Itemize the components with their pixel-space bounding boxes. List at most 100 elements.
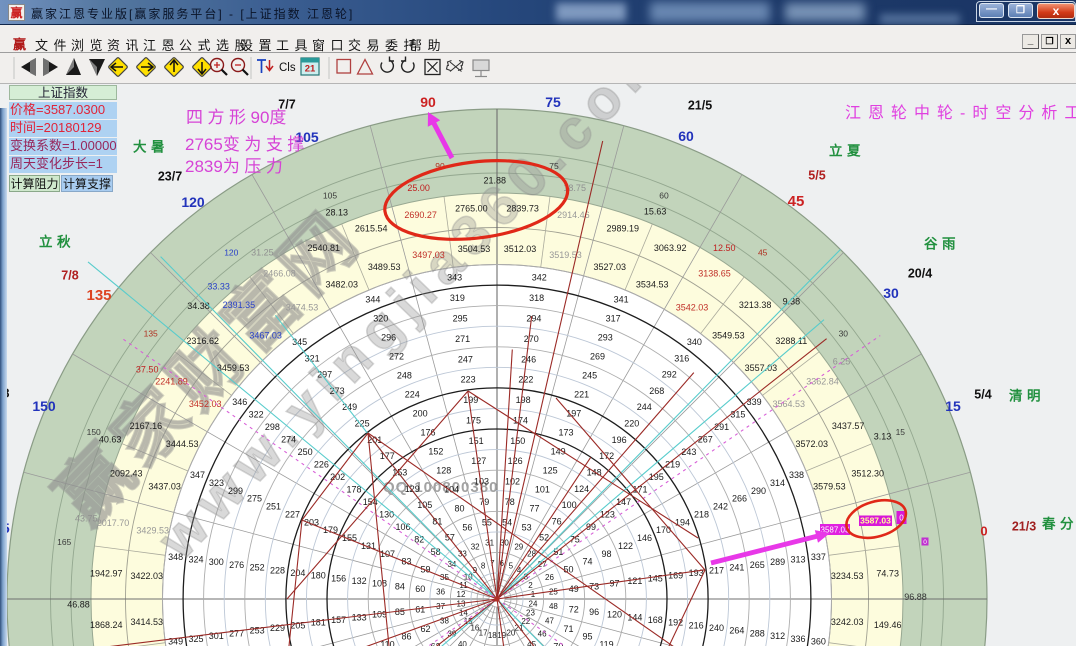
svg-text:45: 45: [788, 193, 805, 210]
svg-text:168: 168: [648, 615, 663, 625]
svg-text:98: 98: [601, 549, 611, 559]
svg-text:15: 15: [945, 398, 961, 414]
svg-text:324: 324: [188, 555, 203, 565]
svg-text:165: 165: [57, 537, 71, 547]
svg-text:250: 250: [298, 447, 313, 457]
svg-text:198: 198: [516, 395, 531, 405]
svg-text:135: 135: [86, 287, 111, 304]
svg-text:294: 294: [526, 314, 541, 324]
svg-text:0: 0: [923, 539, 927, 546]
svg-text:2241.89: 2241.89: [155, 377, 188, 387]
svg-text:2167.16: 2167.16: [130, 421, 163, 431]
svg-text:0: 0: [980, 524, 987, 539]
svg-text:266: 266: [732, 494, 747, 504]
svg-text:104: 104: [444, 485, 459, 495]
svg-text:341: 341: [614, 295, 629, 305]
svg-text:Cls: Cls: [279, 62, 296, 74]
svg-text:立秋: 立秋: [39, 234, 75, 250]
svg-text:181: 181: [311, 618, 326, 628]
svg-text:95: 95: [582, 632, 592, 642]
svg-text:96: 96: [589, 607, 599, 617]
svg-text:194: 194: [675, 517, 690, 527]
svg-text:264: 264: [729, 626, 744, 636]
svg-text:1942.97: 1942.97: [90, 569, 123, 579]
svg-text:立夏: 立夏: [829, 143, 865, 159]
svg-text:342: 342: [532, 273, 547, 283]
svg-text:3587.03: 3587.03: [860, 516, 891, 526]
svg-text:102: 102: [505, 477, 520, 487]
svg-text:317: 317: [606, 314, 621, 324]
svg-text:197: 197: [566, 409, 581, 419]
svg-text:3527.03: 3527.03: [594, 262, 627, 272]
svg-text:318: 318: [529, 293, 544, 303]
svg-text:3437.03: 3437.03: [148, 481, 181, 491]
svg-text:296: 296: [381, 333, 396, 343]
svg-text:105: 105: [417, 500, 432, 510]
svg-text:347: 347: [190, 470, 205, 480]
svg-text:288: 288: [750, 628, 765, 638]
svg-text:314: 314: [770, 478, 785, 488]
svg-text:170: 170: [656, 525, 671, 535]
svg-text:83: 83: [401, 557, 411, 567]
svg-text:300: 300: [209, 557, 224, 567]
svg-text:82: 82: [414, 535, 424, 545]
svg-text:21: 21: [305, 64, 316, 75]
svg-text:149.46: 149.46: [874, 620, 902, 630]
svg-text:90: 90: [420, 94, 436, 110]
svg-text:3482.03: 3482.03: [326, 279, 359, 289]
svg-text:8: 8: [481, 561, 486, 570]
svg-text:26: 26: [545, 573, 554, 582]
svg-text:15: 15: [896, 427, 906, 437]
svg-text:15.63: 15.63: [644, 207, 667, 217]
svg-text:248: 248: [397, 371, 412, 381]
svg-text:227: 227: [285, 509, 300, 519]
svg-text:252: 252: [250, 563, 265, 573]
svg-text:298: 298: [265, 422, 280, 432]
svg-text:180: 180: [311, 571, 326, 581]
svg-text:148: 148: [587, 468, 602, 478]
svg-text:319: 319: [450, 293, 465, 303]
svg-text:59: 59: [420, 565, 430, 575]
svg-text:240: 240: [709, 623, 724, 633]
svg-text:291: 291: [714, 422, 729, 432]
svg-text:146: 146: [637, 533, 652, 543]
svg-text:150: 150: [32, 398, 56, 414]
svg-text:176: 176: [420, 428, 435, 438]
svg-text:247: 247: [458, 354, 473, 364]
svg-text:3429.53: 3429.53: [136, 526, 169, 536]
svg-text:125: 125: [543, 466, 558, 476]
svg-text:121: 121: [627, 576, 642, 586]
svg-text:192: 192: [668, 618, 683, 628]
svg-text:27: 27: [538, 560, 547, 569]
svg-text:74: 74: [582, 557, 592, 567]
svg-text:29: 29: [514, 542, 523, 551]
svg-text:5: 5: [509, 561, 514, 570]
svg-text:3474.53: 3474.53: [286, 302, 319, 312]
svg-text:37.50: 37.50: [136, 364, 159, 374]
svg-text:152: 152: [428, 447, 443, 457]
svg-text:43.75: 43.75: [75, 514, 98, 524]
svg-text:129: 129: [405, 484, 420, 494]
svg-text:106: 106: [395, 522, 410, 532]
svg-text:174: 174: [513, 415, 528, 425]
svg-text:205: 205: [290, 620, 305, 630]
svg-text:218: 218: [694, 509, 709, 519]
svg-text:46.88: 46.88: [67, 599, 90, 609]
svg-text:30: 30: [883, 285, 899, 301]
svg-text:3579.53: 3579.53: [813, 481, 846, 491]
svg-text:75: 75: [545, 94, 561, 110]
svg-text:276: 276: [229, 560, 244, 570]
svg-text:12: 12: [457, 590, 466, 599]
svg-text:144: 144: [627, 612, 642, 622]
svg-text:343: 343: [447, 273, 462, 283]
svg-text:295: 295: [453, 314, 468, 324]
svg-text:2839.73: 2839.73: [506, 204, 539, 214]
svg-text:223: 223: [461, 375, 476, 385]
svg-text:2466.08: 2466.08: [263, 269, 296, 279]
svg-text:3549.53: 3549.53: [712, 330, 745, 340]
svg-text:3572.03: 3572.03: [796, 439, 829, 449]
svg-text:224: 224: [405, 390, 420, 400]
svg-text:336: 336: [790, 634, 805, 644]
svg-text:320: 320: [373, 314, 388, 324]
svg-text:23: 23: [526, 609, 535, 618]
